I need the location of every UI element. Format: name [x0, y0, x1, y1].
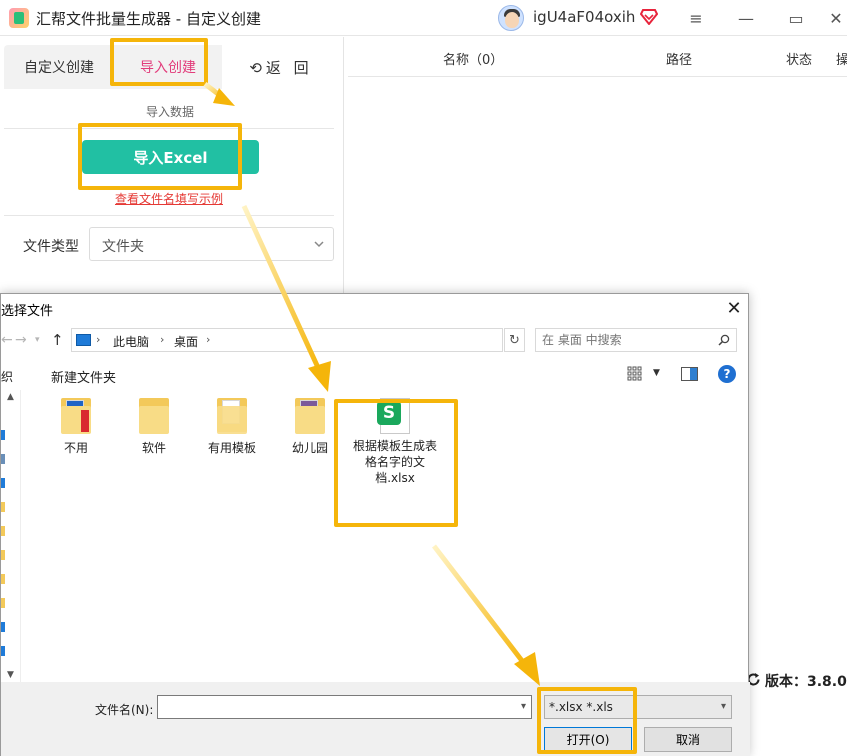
tree-item-icon[interactable]	[1, 574, 5, 584]
dialog-footer: 文件名(N): ▾ *.xlsx *.xls ▾ 打开(O) 取消	[1, 682, 750, 756]
version-label: 版本：3.8.0.0	[765, 674, 847, 690]
tree-item-icon[interactable]	[1, 526, 5, 536]
open-button[interactable]: 打开(O)	[544, 727, 632, 752]
nav-forward-icon[interactable]: →	[15, 332, 27, 348]
preview-pane-icon[interactable]	[681, 367, 698, 381]
vip-diamond-icon[interactable]	[640, 9, 658, 25]
scroll-down-icon[interactable]: ▼	[7, 670, 14, 680]
address-bar[interactable]: › 此电脑 › 桌面 › ▾	[71, 328, 561, 352]
filetype-select[interactable]: 文件夹	[89, 227, 334, 261]
filename-input[interactable]	[158, 696, 508, 716]
xlsx-file-item[interactable]: S 根据模板生成表格名字的文档.xlsx	[352, 398, 438, 486]
file-type-filter-select[interactable]: *.xlsx *.xls ▾	[544, 695, 732, 719]
tree-item-icon[interactable]	[1, 478, 5, 488]
filetype-value: 文件夹	[102, 239, 144, 255]
view-dropdown-icon[interactable]: ▼	[653, 368, 660, 378]
spreadsheet-file-icon: S	[377, 398, 410, 434]
folder-item[interactable]: 不用	[42, 396, 110, 456]
chevron-right-icon[interactable]: ›	[96, 333, 100, 346]
chevron-down-icon: ▾	[720, 701, 726, 712]
breadcrumb-desktop[interactable]: 桌面	[174, 333, 198, 350]
folder-icon	[59, 396, 93, 434]
import-section-label: 导入数据	[145, 105, 194, 119]
title-bar: 汇帮文件批量生成器 - 自定义创建 igU4aF04oxih ≡ — ▭ ✕	[0, 0, 847, 36]
scroll-up-icon[interactable]: ▲	[7, 392, 14, 402]
tree-item-icon[interactable]	[1, 622, 5, 632]
dialog-navigation: ← → ▾ ↑ › 此电脑 › 桌面 › ▾ ↻	[1, 328, 750, 354]
dialog-toolbar: 织 新建文件夹 ▼ ?	[1, 360, 750, 390]
folder-name: 不用	[63, 441, 88, 455]
tree-item-icon[interactable]	[1, 550, 5, 560]
window-title: 汇帮文件批量生成器 - 自定义创建	[36, 10, 261, 28]
cancel-button[interactable]: 取消	[644, 727, 732, 752]
import-excel-button[interactable]: 导入Excel	[82, 140, 259, 174]
tree-item-icon[interactable]	[1, 454, 5, 464]
column-header-path[interactable]: 路径	[666, 49, 692, 68]
app-logo-icon	[9, 8, 29, 28]
column-header-name[interactable]: 名称（0）	[443, 49, 503, 68]
file-open-dialog: 选择文件 ✕ ← → ▾ ↑ › 此电脑 › 桌面 › ▾ ↻ 织 新建文件夹	[0, 293, 750, 756]
tab-custom-create[interactable]: 自定义创建	[4, 45, 114, 89]
divider	[4, 215, 334, 216]
folder-item[interactable]: 软件	[120, 396, 188, 456]
filename-example-link[interactable]: 查看文件名填写示例	[0, 190, 338, 207]
minimize-button[interactable]: —	[721, 0, 771, 36]
folder-item[interactable]: 幼儿园	[276, 396, 344, 456]
filename-label: 文件名(N):	[95, 703, 154, 717]
dialog-refresh-button[interactable]: ↻	[504, 328, 525, 352]
folder-icon	[215, 396, 249, 434]
file-table-header: 名称（0） 路径 状态 操	[348, 37, 847, 77]
divider	[4, 128, 334, 129]
mode-tabs: 自定义创建 导入创建 ⟲返 回	[0, 37, 344, 89]
help-icon[interactable]: ?	[718, 365, 736, 383]
username[interactable]: igU4aF04oxih	[533, 8, 635, 26]
search-box[interactable]	[535, 328, 737, 352]
tree-item-icon[interactable]	[1, 598, 5, 608]
back-button[interactable]: ⟲返 回	[236, 45, 326, 89]
file-list: 不用 软件 有用模板 幼儿园 S 根据模板生成表格名字的文档.xlsx	[22, 390, 748, 682]
recent-chevron-icon[interactable]: ▾	[35, 335, 40, 345]
folder-name: 幼儿园	[291, 441, 328, 455]
filetype-label: 文件类型	[23, 239, 79, 255]
new-folder-button[interactable]: 新建文件夹	[51, 367, 116, 386]
folder-name: 有用模板	[207, 441, 256, 455]
tab-import-create[interactable]: 导入创建	[114, 45, 222, 89]
filter-value: *.xlsx *.xls	[549, 700, 613, 714]
nav-back-icon[interactable]: ←	[1, 332, 13, 348]
view-options-icon[interactable]	[627, 366, 643, 382]
tree-item-icon[interactable]	[1, 430, 5, 440]
column-header-actions[interactable]: 操	[836, 49, 847, 68]
navigation-pane[interactable]: ▲ ▼	[1, 390, 21, 682]
computer-icon	[76, 334, 91, 346]
dialog-close-button[interactable]: ✕	[723, 297, 745, 319]
nav-up-icon[interactable]: ↑	[51, 331, 64, 349]
chevron-right-icon[interactable]: ›	[206, 333, 210, 346]
breadcrumb-this-pc[interactable]: 此电脑	[113, 333, 149, 350]
chevron-right-icon[interactable]: ›	[160, 333, 164, 346]
folder-icon	[293, 396, 327, 434]
menu-icon[interactable]: ≡	[671, 0, 721, 36]
filename-dropdown-icon[interactable]: ▾	[521, 701, 526, 712]
close-button[interactable]: ✕	[811, 0, 847, 36]
tree-item-icon[interactable]	[1, 502, 5, 512]
folder-icon	[137, 396, 171, 434]
filename-field[interactable]: ▾	[157, 695, 532, 719]
tree-item-icon[interactable]	[1, 646, 5, 656]
chevron-down-icon	[314, 241, 324, 248]
file-name: 根据模板生成表格名字的文档.xlsx	[352, 439, 437, 485]
search-input[interactable]	[542, 332, 712, 348]
dialog-title: 选择文件	[1, 304, 54, 319]
column-header-status[interactable]: 状态	[786, 49, 812, 68]
organize-button[interactable]: 织	[1, 368, 13, 385]
folder-name: 软件	[141, 441, 166, 455]
folder-item[interactable]: 有用模板	[198, 396, 266, 456]
user-avatar[interactable]	[498, 5, 524, 31]
search-icon	[718, 334, 730, 346]
